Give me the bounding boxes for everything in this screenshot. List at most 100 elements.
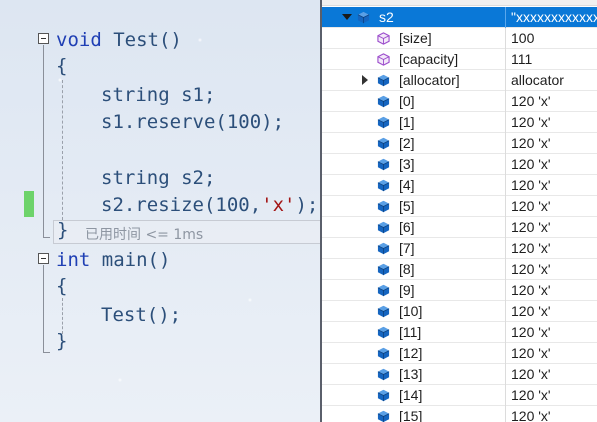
watch-value: 120 'x' [511,177,551,193]
watch-name: [14] [399,387,423,403]
object-cube-icon [377,305,390,318]
watch-name: [7] [399,240,415,256]
watch-name: [12] [399,345,423,361]
watch-name: [15] [399,408,423,422]
watch-row[interactable]: [4] 120 'x' [322,175,597,196]
column-separator [505,385,506,406]
column-separator [505,217,506,238]
fold-guide-end-test [43,237,50,238]
column-separator [505,196,506,217]
watch-name: [13] [399,366,423,382]
watch-value: 120 'x' [511,114,551,130]
watch-row[interactable]: [capacity] 111 [322,49,597,70]
watch-row[interactable]: [12] 120 'x' [322,343,597,364]
column-separator [505,112,506,133]
watch-row[interactable]: [3] 120 'x' [322,154,597,175]
collapse-main-function-icon[interactable] [38,253,49,264]
watch-value: allocator [511,72,564,88]
object-cube-icon [377,347,390,360]
watch-row[interactable]: [0] 120 'x' [322,91,597,112]
column-separator [505,364,506,385]
closing-brace: } [57,219,69,241]
watch-row[interactable]: [allocator] allocator [322,70,597,91]
object-cube-icon [377,389,390,402]
object-cube-icon [377,116,390,129]
watch-value: 100 [511,30,535,46]
watch-row[interactable]: [6] 120 'x' [322,217,597,238]
object-cube-icon [377,137,390,150]
object-cube-icon [377,326,390,339]
property-icon [377,32,390,45]
watch-row[interactable]: [size] 100 [322,28,597,49]
watch-row[interactable]: [13] 120 'x' [322,364,597,385]
object-cube-icon [377,221,390,234]
watch-value: 120 'x' [511,219,551,235]
column-separator [505,91,506,112]
object-cube-icon [377,179,390,192]
column-separator [505,49,506,70]
object-cube-icon [377,410,390,422]
code-line-1: void Test() [56,29,182,51]
watch-name: [11] [399,324,422,340]
watch-name: [capacity] [399,51,459,67]
object-cube-icon [377,242,390,255]
watch-value: 120 'x' [511,324,551,340]
column-separator [505,70,506,91]
watch-row[interactable]: [1] 120 'x' [322,112,597,133]
watch-row-s2[interactable]: s2 "xxxxxxxxxxxxxxxx [322,7,597,28]
code-editor[interactable]: void Test() { string s1; s1.reserve(100)… [0,0,320,422]
fold-guide-main [43,265,44,353]
code-line-4: s1.reserve(100); [101,111,285,133]
column-separator [505,301,506,322]
watch-name: [8] [399,261,415,277]
watch-value: 120 'x' [511,387,551,403]
elapsed-time-label: 已用时间 <= 1ms [85,227,204,243]
expand-arrow-icon[interactable] [362,75,368,85]
column-separator [505,7,506,28]
watch-name: [9] [399,282,415,298]
object-cube-icon [377,95,390,108]
change-marker [24,191,34,217]
watch-row[interactable]: [11] 120 'x' [322,322,597,343]
column-separator [505,259,506,280]
watch-row[interactable]: [7] 120 'x' [322,238,597,259]
watch-panel[interactable]: s2 "xxxxxxxxxxxxxxxx [size] 100 [capacity] 11… [320,0,597,422]
watch-value: 120 'x' [511,366,551,382]
object-cube-icon [377,284,390,297]
code-line-6: s2.resize(100,'x'); [101,194,319,216]
watch-value: "xxxxxxxxxxxxxxxx [511,9,597,25]
watch-name: [10] [399,303,423,319]
watch-value: 120 'x' [511,408,551,422]
watch-name: [5] [399,198,415,214]
column-separator [505,238,506,259]
watch-value: 120 'x' [511,156,551,172]
collapse-arrow-icon[interactable] [342,14,352,20]
column-separator [505,280,506,301]
watch-name: [4] [399,177,415,193]
watch-name: s2 [379,9,394,25]
collapse-test-function-icon[interactable] [38,33,49,44]
watch-name: [6] [399,219,415,235]
watch-row[interactable]: [15] 120 'x' [322,406,597,422]
watch-header-strip [322,0,597,6]
object-cube-icon [377,74,390,87]
watch-row[interactable]: [14] 120 'x' [322,385,597,406]
watch-row[interactable]: [9] 120 'x' [322,280,597,301]
watch-row[interactable]: [8] 120 'x' [322,259,597,280]
code-line-11: } [56,330,68,352]
code-line-2: { [56,55,68,77]
column-separator [505,343,506,364]
watch-value: 120 'x' [511,240,551,256]
watch-name: [size] [399,30,432,46]
watch-name: [0] [399,93,415,109]
watch-row[interactable]: [5] 120 'x' [322,196,597,217]
watch-value: 120 'x' [511,93,551,109]
watch-value: 120 'x' [511,198,551,214]
object-cube-icon [377,368,390,381]
object-cube-icon [377,200,390,213]
code-line-10: Test(); [101,304,182,326]
watch-value: 111 [511,51,533,67]
watch-row[interactable]: [2] 120 'x' [322,133,597,154]
column-separator [505,175,506,196]
watch-row[interactable]: [10] 120 'x' [322,301,597,322]
